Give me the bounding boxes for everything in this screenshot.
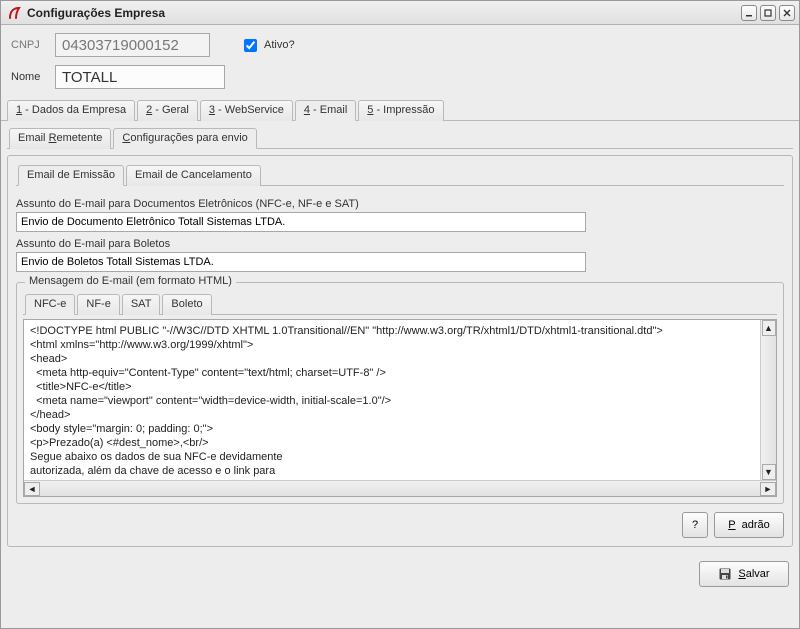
- panel-button-row: ? Padrão: [16, 512, 784, 538]
- scroll-right-button[interactable]: ►: [760, 482, 776, 496]
- scroll-down-button[interactable]: ▼: [762, 464, 776, 480]
- msg-tabs: NFC-e NF-e SAT Boleto: [23, 293, 777, 315]
- msg-tab-sat[interactable]: SAT: [122, 294, 161, 315]
- tab-email-emissao[interactable]: Email de Emissão: [18, 165, 124, 186]
- ativo-checkbox[interactable]: [244, 39, 257, 52]
- msg-tab-boleto[interactable]: Boleto: [162, 294, 211, 315]
- msg-textarea-wrap: <!DOCTYPE html PUBLIC "-//W3C//DTD XHTML…: [23, 319, 777, 497]
- help-button[interactable]: ?: [682, 512, 708, 538]
- ativo-checkbox-wrap[interactable]: Ativo?: [240, 36, 295, 55]
- maximize-button[interactable]: [760, 5, 776, 21]
- tab-dados-empresa[interactable]: 1 - Dados da Empresa: [7, 100, 135, 121]
- window-title: Configurações Empresa: [27, 6, 741, 20]
- window-controls: [741, 5, 795, 21]
- footer: Salvar: [1, 553, 799, 597]
- salvar-button[interactable]: Salvar: [699, 561, 789, 587]
- cnpj-label: CNPJ: [11, 39, 49, 51]
- tab-webservice[interactable]: 3 - WebService: [200, 100, 293, 121]
- vertical-scrollbar[interactable]: ▲ ▼: [760, 320, 776, 480]
- mensagem-fieldset: Mensagem do E-mail (em formato HTML) NFC…: [16, 282, 784, 504]
- tab-impressao[interactable]: 5 - Impressão: [358, 100, 443, 121]
- app-icon: [7, 6, 21, 20]
- scroll-left-button[interactable]: ◄: [24, 482, 40, 496]
- subtab-config-envio[interactable]: Configurações para envio: [113, 128, 256, 149]
- assunto-doc-label: Assunto do E-mail para Documentos Eletrô…: [16, 198, 784, 210]
- ativo-label: Ativo?: [264, 39, 295, 51]
- assunto-doc-input[interactable]: [16, 212, 586, 232]
- msg-textarea[interactable]: <!DOCTYPE html PUBLIC "-//W3C//DTD XHTML…: [24, 320, 760, 480]
- tab-email-body: Email Remetente Configurações para envio…: [1, 121, 799, 553]
- window-root: Configurações Empresa CNPJ Ativo? Nome: [0, 0, 800, 629]
- padrao-button[interactable]: Padrão: [714, 512, 784, 538]
- msg-tab-nfe[interactable]: NF-e: [77, 294, 119, 315]
- nome-label: Nome: [11, 71, 49, 83]
- tab-geral[interactable]: 2 - Geral: [137, 100, 198, 121]
- mensagem-legend: Mensagem do E-mail (em formato HTML): [25, 275, 236, 287]
- titlebar: Configurações Empresa: [1, 1, 799, 25]
- emission-tabs: Email de Emissão Email de Cancelamento: [16, 164, 784, 186]
- tab-email-cancelamento[interactable]: Email de Cancelamento: [126, 165, 261, 186]
- nome-input[interactable]: [55, 65, 225, 89]
- assunto-boleto-input[interactable]: [16, 252, 586, 272]
- horizontal-scrollbar[interactable]: ◄ ►: [24, 480, 776, 496]
- msg-tab-nfce[interactable]: NFC-e: [25, 294, 75, 315]
- main-tabs: 1 - Dados da Empresa 2 - Geral 3 - WebSe…: [1, 99, 799, 121]
- scroll-up-button[interactable]: ▲: [762, 320, 776, 336]
- save-icon: [718, 567, 732, 581]
- subtabs: Email Remetente Configurações para envio: [7, 127, 793, 149]
- assunto-boleto-label: Assunto do E-mail para Boletos: [16, 238, 784, 250]
- emissao-body: Assunto do E-mail para Documentos Eletrô…: [16, 186, 784, 538]
- tab-email[interactable]: 4 - Email: [295, 100, 356, 121]
- minimize-button[interactable]: [741, 5, 757, 21]
- subtab-email-remetente[interactable]: Email Remetente: [9, 128, 111, 149]
- header-form: CNPJ Ativo? Nome: [1, 25, 799, 99]
- close-button[interactable]: [779, 5, 795, 21]
- cnpj-input[interactable]: [55, 33, 210, 57]
- config-envio-panel: Email de Emissão Email de Cancelamento A…: [7, 155, 793, 547]
